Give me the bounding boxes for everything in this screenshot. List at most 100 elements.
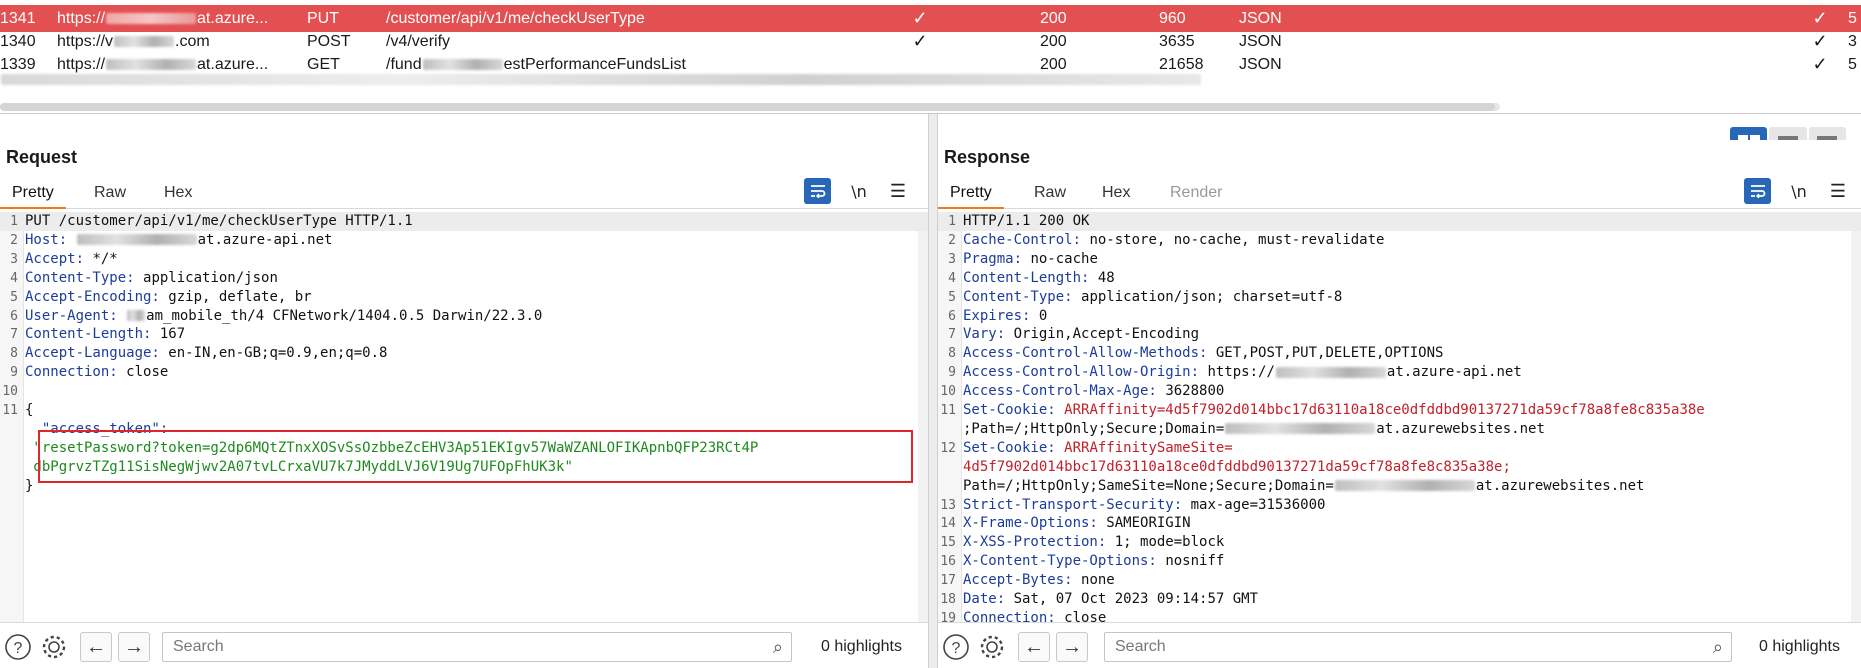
request-search-input[interactable] [163,633,791,661]
help-button[interactable]: ? [2,632,34,662]
header-name: Strict-Transport-Security: [963,496,1183,513]
header-value: Sat, 07 Oct 2023 09:14:57 GMT [1013,591,1259,607]
header-name: Accept-Bytes: [963,572,1073,589]
line-number: 5 [10,289,18,305]
line-code: Content-Type: application/json [25,269,278,288]
back-button[interactable]: ← [80,632,112,662]
response-word-wrap-button[interactable] [1744,178,1771,204]
word-wrap-icon [810,185,825,198]
cookie-name: ARRAffinity=4d5f7902d014bbc17d63110a18ce… [1064,402,1705,418]
header-value: 167 [159,326,186,343]
search-icon[interactable]: ⌕ [1713,637,1723,658]
line-number: 1 [10,214,18,229]
line-number: 16 [940,554,956,570]
header-value: https:// [1207,364,1275,381]
line-code: Accept-Bytes: none [963,571,1115,590]
line-number: 1 [948,214,956,229]
request-tab-hex[interactable]: Hex [152,181,204,209]
svg-text:?: ? [952,640,961,657]
word-wrap-icon [1750,185,1765,198]
line-number: 6 [948,308,956,324]
history-horizontal-scrollbar[interactable] [0,103,1500,111]
proxy-history-table: 1341 https://at.azure... PUT/customer/api/… [0,0,1861,114]
response-line: 7 Vary: Origin,Accept-Encoding [938,325,1861,344]
redacted-text [106,13,197,25]
forward-button[interactable]: → [1056,632,1088,662]
response-tab-pretty[interactable]: Pretty [938,181,1004,209]
header-value: 1; mode=block [1114,534,1225,551]
response-tabs: Pretty Raw Hex Render [938,178,1861,209]
redacted-text [1225,423,1376,435]
newline-icon: \n [1791,181,1807,201]
settings-button[interactable] [38,632,70,662]
response-editor[interactable]: 1 HTTP/1.1 200 OK 2 Cache-Control: no-store… [938,212,1861,622]
line-number: 15 [940,535,956,551]
forward-button[interactable]: → [118,632,150,662]
header-name: Expires: [963,307,1031,324]
header-name: Access-Control-Max-Age: [963,383,1157,400]
request-newline-toggle[interactable]: \n [845,177,873,205]
header-value: Path=/;HttpOnly;SameSite=None;Secure;Dom… [963,477,1334,494]
header-value: 0 [1038,307,1048,324]
response-line: 17 Accept-Bytes: none [938,571,1861,590]
request-search-field[interactable]: ⌕ [162,632,792,662]
request-panel: Request Pretty Raw Hex \n ☰ 1 PUT /custom… [0,140,928,668]
arrow-right-icon: → [1062,635,1082,658]
redacted-text [1334,480,1475,492]
line-number: 11 [940,403,956,418]
search-icon[interactable]: ⌕ [773,637,783,658]
header-name: Accept-Language: [25,345,160,362]
response-newline-toggle[interactable]: \n [1785,177,1813,205]
request-tab-raw[interactable]: Raw [82,181,138,209]
header-name: Connection: [25,364,118,381]
redacted-text [76,234,197,246]
response-search-input[interactable] [1105,633,1731,661]
line-number: 12 [940,440,956,456]
line-code: Host: at.azure-api.net [25,231,332,250]
response-line: 4 Content-Length: 48 [938,269,1861,288]
response-tab-render[interactable]: Render [1158,181,1234,209]
scrollbar-thumb[interactable] [0,103,1495,111]
response-line: 15 X-XSS-Protection: 1; mode=block [938,533,1861,552]
svg-text:?: ? [14,640,23,657]
header-value: application/json; charset=utf-8 [1081,288,1343,305]
request-line: 8 Accept-Language: en-IN,en-GB;q=0.9,en;q… [0,344,928,363]
request-editor[interactable]: 1 PUT /customer/api/v1/me/checkUserType H… [0,212,928,622]
cookie-value: 4d5f7902d014bbc17d63110a18ce0dfddbd90137… [963,458,1511,475]
line-code: Connection: close [25,363,168,382]
request-tab-pretty[interactable]: Pretty [0,181,66,209]
header-name: Host: [25,231,68,248]
request-menu-button[interactable]: ☰ [884,177,912,205]
gear-icon [42,635,66,659]
line-code: X-Content-Type-Options: nosniff [963,552,1224,571]
header-value: application/json [143,269,278,286]
request-word-wrap-button[interactable] [804,178,831,204]
response-line: 6 Expires: 0 [938,307,1861,326]
response-menu-button[interactable]: ☰ [1824,177,1852,205]
line-number: 13 [940,497,956,513]
line-code: Accept-Language: en-IN,en-GB;q=0.9,en;q=… [25,344,387,363]
line-number: 7 [948,327,956,343]
newline-icon: \n [851,181,867,201]
line-code: Path=/;HttpOnly;SameSite=None;Secure;Dom… [963,477,1644,496]
line-code: ;Path=/;HttpOnly;Secure;Domain= at.azurew… [963,420,1545,439]
help-button[interactable]: ? [940,632,972,662]
cookie-name: ARRAffinitySameSite= [1064,439,1233,456]
response-tab-hex[interactable]: Hex [1090,181,1142,209]
response-search-field[interactable]: ⌕ [1104,632,1732,662]
line-number: 4 [948,270,956,286]
history-row-partial[interactable] [0,74,1861,101]
response-tab-raw[interactable]: Raw [1022,181,1078,209]
header-name: X-Frame-Options: [963,515,1098,532]
line-code: Set-Cookie: ARRAffinity=4d5f7902d014bbc1… [963,401,1705,420]
line-number: 2 [948,232,956,248]
response-line: 5 Content-Type: application/json; charset… [938,288,1861,307]
line-number: 8 [10,346,18,362]
pane-divider[interactable] [928,114,938,668]
settings-button[interactable] [976,632,1008,662]
line-code: Expires: 0 [963,307,1047,326]
line-number: 9 [10,365,18,381]
back-button[interactable]: ← [1018,632,1050,662]
header-value: gzip, deflate, br [168,288,312,305]
header-value: GET,POST,PUT,DELETE,OPTIONS [1215,345,1444,362]
